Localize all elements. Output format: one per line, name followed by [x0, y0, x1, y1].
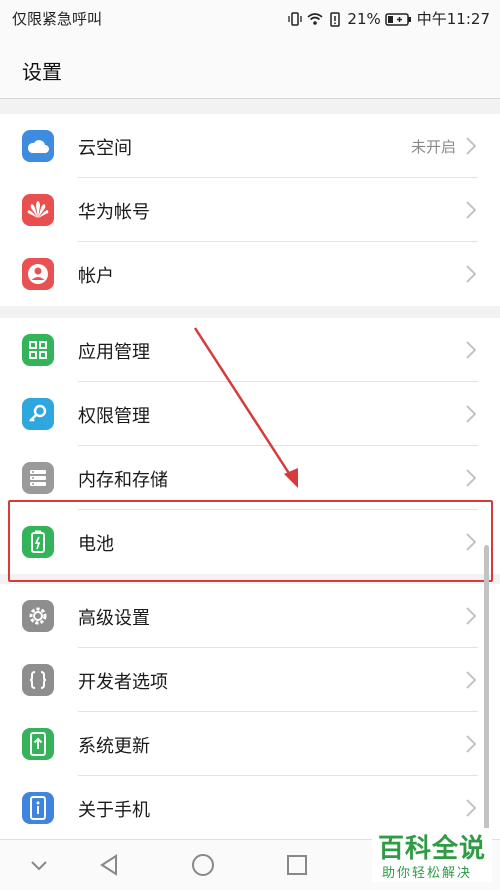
- recents-icon[interactable]: [284, 852, 310, 878]
- back-icon[interactable]: [96, 852, 122, 878]
- annotation-arrow: [193, 327, 298, 488]
- scrollbar[interactable]: [484, 545, 489, 835]
- hide-nav-chevron-icon[interactable]: [26, 852, 52, 878]
- watermark: 百科全说 助你轻松解决: [372, 828, 492, 882]
- annotation-highlight-box: [8, 500, 493, 582]
- watermark-subtitle: 助你轻松解决: [382, 866, 473, 881]
- watermark-title: 百科全说: [378, 834, 487, 864]
- home-icon[interactable]: [190, 852, 216, 878]
